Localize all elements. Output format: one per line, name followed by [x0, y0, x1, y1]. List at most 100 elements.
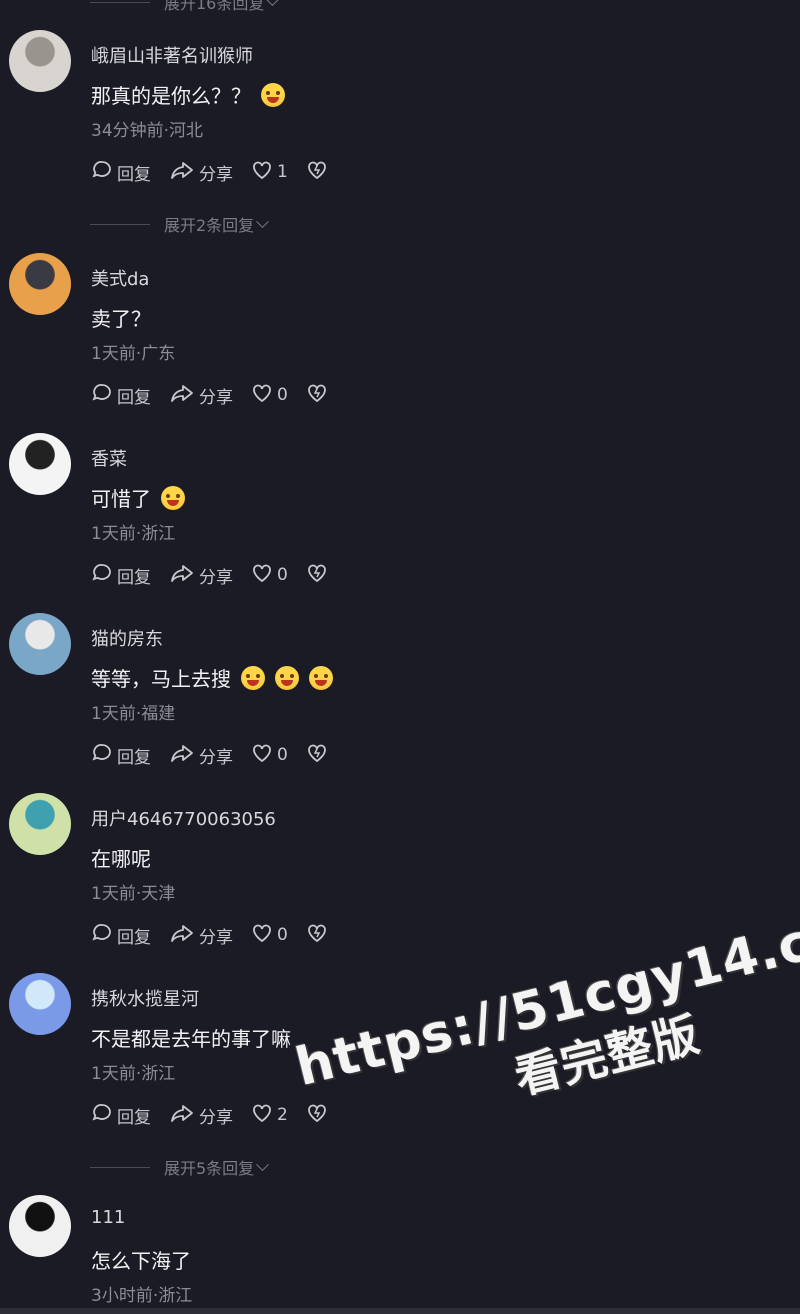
divider-line: [90, 1166, 150, 1168]
comment-actions: 回复 分享 0: [91, 922, 350, 949]
share-icon: [169, 159, 199, 186]
share-button[interactable]: 分享: [169, 742, 233, 769]
username[interactable]: 峨眉山非著名训猴师: [91, 42, 253, 68]
comment-text: 等等，马上去搜: [91, 663, 333, 692]
expand-replies[interactable]: 展开5条回复: [90, 1155, 270, 1179]
dislike-button[interactable]: [306, 562, 332, 589]
avatar[interactable]: [9, 793, 71, 855]
comment-meta: 3小时前·浙江: [91, 1286, 193, 1306]
heart-icon: [251, 742, 277, 769]
emoji-icon: [241, 665, 265, 690]
comment-text: 可惜了: [91, 483, 185, 512]
reply-button[interactable]: 回复: [91, 562, 151, 589]
emoji-icon: [161, 485, 185, 510]
comment-text: 卖了？: [91, 303, 151, 332]
share-icon: [169, 1102, 199, 1129]
emoji-icon: [275, 665, 299, 690]
share-button[interactable]: 分享: [169, 382, 233, 409]
reply-button[interactable]: 回复: [91, 382, 151, 409]
heart-icon: [251, 562, 277, 589]
reply-button[interactable]: 回复: [91, 159, 151, 186]
expand-replies-label: 展开16条回复: [164, 0, 265, 13]
heart-icon: [251, 382, 277, 409]
reply-button[interactable]: 回复: [91, 742, 151, 769]
like-button[interactable]: 0: [251, 742, 288, 769]
broken-heart-icon: [306, 562, 332, 589]
reply-label: 回复: [117, 164, 151, 185]
comment-text-body: 在哪呢: [91, 847, 151, 871]
share-icon: [169, 382, 199, 409]
comment-actions: 回复 分享 0: [91, 382, 350, 409]
avatar[interactable]: [9, 30, 71, 92]
comment-icon: [91, 742, 117, 769]
dislike-button[interactable]: [306, 922, 332, 949]
expand-replies-label: 展开2条回复: [164, 216, 255, 235]
avatar[interactable]: [9, 433, 71, 495]
share-button[interactable]: 分享: [169, 159, 233, 186]
share-label: 分享: [199, 387, 233, 408]
comment-item: 猫的房东 等等，马上去搜 1天前·福建 回复 分享 0: [0, 613, 800, 783]
dislike-button[interactable]: [306, 382, 332, 409]
divider-line: [90, 1, 150, 3]
heart-icon: [251, 922, 277, 949]
reply-label: 回复: [117, 747, 151, 768]
divider-line: [90, 223, 150, 225]
reply-button[interactable]: 回复: [91, 1102, 151, 1129]
like-button[interactable]: 0: [251, 922, 288, 949]
share-button[interactable]: 分享: [169, 922, 233, 949]
bottom-bar: [0, 1308, 800, 1314]
username[interactable]: 111: [91, 1207, 125, 1228]
comment-meta: 1天前·天津: [91, 884, 176, 904]
reply-label: 回复: [117, 387, 151, 408]
broken-heart-icon: [306, 742, 332, 769]
share-icon: [169, 562, 199, 589]
share-icon: [169, 742, 199, 769]
comment-text: 怎么下海了: [91, 1245, 191, 1274]
avatar[interactable]: [9, 973, 71, 1035]
share-label: 分享: [199, 567, 233, 588]
comment-meta: 1天前·广东: [91, 344, 176, 364]
share-button[interactable]: 分享: [169, 562, 233, 589]
comment-text-body: 卖了？: [91, 307, 151, 331]
chevron-down-icon: [256, 1157, 270, 1171]
avatar[interactable]: [9, 613, 71, 675]
like-button[interactable]: 0: [251, 562, 288, 589]
like-button[interactable]: 1: [251, 159, 288, 186]
avatar[interactable]: [9, 253, 71, 315]
username[interactable]: 香菜: [91, 445, 127, 471]
comment-meta: 34分钟前·河北: [91, 121, 204, 141]
broken-heart-icon: [306, 922, 332, 949]
reply-label: 回复: [117, 927, 151, 948]
comment-item: 峨眉山非著名训猴师 那真的是你么？？ 34分钟前·河北 回复 分享 1: [0, 30, 800, 200]
comment-actions: 回复 分享 0: [91, 562, 350, 589]
username[interactable]: 猫的房东: [91, 625, 163, 651]
like-count: 2: [277, 1105, 288, 1125]
emoji-icon: [261, 82, 285, 107]
reply-button[interactable]: 回复: [91, 922, 151, 949]
share-label: 分享: [199, 164, 233, 185]
like-button[interactable]: 2: [251, 1102, 288, 1129]
heart-icon: [251, 159, 277, 186]
reply-label: 回复: [117, 1107, 151, 1128]
like-button[interactable]: 0: [251, 382, 288, 409]
comment-item: 美式da 卖了？ 1天前·广东 回复 分享 0: [0, 253, 800, 423]
username[interactable]: 用户4646770063056: [91, 805, 276, 831]
username[interactable]: 携秋水揽星河: [91, 985, 199, 1011]
share-label: 分享: [199, 1107, 233, 1128]
share-label: 分享: [199, 927, 233, 948]
avatar[interactable]: [9, 1195, 71, 1257]
dislike-button[interactable]: [306, 742, 332, 769]
broken-heart-icon: [306, 382, 332, 409]
comment-icon: [91, 922, 117, 949]
comment-actions: 回复 分享 1: [91, 159, 350, 186]
comment-text-body: 等等，马上去搜: [91, 667, 231, 691]
share-button[interactable]: 分享: [169, 1102, 233, 1129]
comment-text-body: 不是都是去年的事了嘛: [91, 1027, 291, 1051]
dislike-button[interactable]: [306, 159, 332, 186]
emoji-icon: [309, 665, 333, 690]
expand-replies[interactable]: 展开16条回复: [90, 0, 280, 14]
expand-replies-label: 展开5条回复: [164, 1159, 255, 1178]
comment-actions: 回复 分享 0: [91, 742, 350, 769]
expand-replies[interactable]: 展开2条回复: [90, 212, 270, 236]
username[interactable]: 美式da: [91, 265, 149, 291]
